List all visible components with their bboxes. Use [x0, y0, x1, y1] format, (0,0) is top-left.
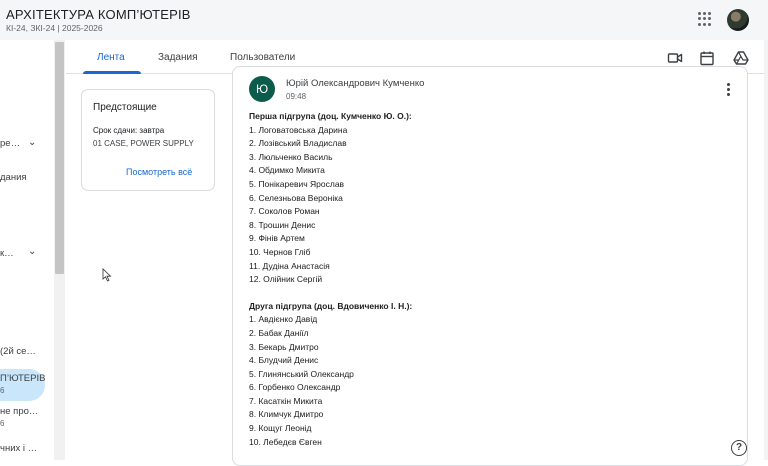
- group1-title: Перша підгрупа (доц. Кумченко Ю. О.):: [249, 111, 412, 121]
- tab-classwork[interactable]: Задания: [158, 52, 198, 63]
- author-name: Юрій Олександрович Кумченко: [286, 78, 425, 89]
- list-item: 2. Бабак Даніїл: [249, 327, 309, 338]
- list-item: 7. Соколов Роман: [249, 206, 320, 217]
- announcement-post: Ю Юрій Олександрович Кумченко 09:48 Перш…: [232, 66, 748, 466]
- view-all-link[interactable]: Посмотреть всё: [126, 167, 192, 177]
- sidebar-item-1[interactable]: дания: [0, 172, 27, 183]
- sidebar-item-5[interactable]: не про… 6: [0, 406, 38, 428]
- list-item: 9. Фінів Артем: [249, 233, 305, 244]
- active-tab-indicator: [83, 71, 141, 74]
- list-item: 2. Лозівський Владислав: [249, 138, 347, 149]
- tab-stream[interactable]: Лента: [97, 52, 125, 63]
- course-title[interactable]: АРХІТЕКТУРА КОМП’ЮТЕРІВ: [6, 7, 191, 22]
- list-item: 8. Климчук Дмитро: [249, 409, 324, 420]
- list-item: 5. Глинянський Олександр: [249, 368, 354, 379]
- top-bar: АРХІТЕКТУРА КОМП’ЮТЕРІВ КІ-24, ЗКІ-24 | …: [0, 0, 768, 40]
- list-item: 12. Олійник Сергій: [249, 274, 323, 285]
- mouse-cursor-icon: [102, 268, 112, 282]
- list-item: 4. Обдимко Микита: [249, 165, 325, 176]
- list-item: 5. Понікаревич Ярослав: [249, 178, 345, 189]
- list-item: 1. Авдієнко Давід: [249, 314, 318, 325]
- upcoming-due-date: Срок сдачи: завтра: [93, 126, 165, 135]
- sidebar: ре… ⌄ дания к… ⌄ (2й се… П’ЮТЕРІВ 6 не пр…: [0, 40, 54, 460]
- course-subtitle: КІ-24, ЗКІ-24 | 2025-2026: [6, 23, 103, 33]
- list-item: 10. Чернов Гліб: [249, 246, 311, 257]
- group2-title: Друга підгрупа (доц. Вдовиченко І. Н.):: [249, 300, 413, 311]
- chevron-down-icon[interactable]: ⌄: [28, 246, 36, 257]
- apps-grid-icon[interactable]: [698, 12, 712, 26]
- list-item: 6. Селезньова Вероніка: [249, 192, 343, 203]
- sidebar-item-3[interactable]: (2й се…: [0, 346, 36, 357]
- calendar-icon[interactable]: [699, 50, 715, 66]
- more-options-icon[interactable]: [727, 83, 731, 96]
- sidebar-item-6[interactable]: чних і …: [0, 443, 37, 454]
- page-scrollbar[interactable]: [764, 40, 768, 460]
- sidebar-scroll-thumb[interactable]: [55, 42, 64, 274]
- list-item: 8. Трошин Денис: [249, 219, 316, 230]
- list-item: 4. Блудчий Денис: [249, 355, 319, 366]
- sidebar-item-0[interactable]: ре…: [0, 138, 20, 149]
- tab-people[interactable]: Пользователи: [230, 52, 295, 63]
- drive-icon[interactable]: [733, 50, 749, 66]
- list-item: 3. Люльченко Василь: [249, 151, 333, 162]
- list-item: 6. Горбенко Олександр: [249, 382, 341, 393]
- post-time: 09:48: [286, 92, 307, 101]
- sidebar-item-2[interactable]: к…: [0, 248, 14, 259]
- list-item: 11. Дудіна Анастасія: [249, 260, 330, 271]
- list-item: 9. Кощуг Леонід: [249, 423, 312, 434]
- sidebar-item-4[interactable]: П’ЮТЕРІВ 6: [0, 373, 45, 395]
- help-icon[interactable]: ?: [731, 440, 747, 456]
- upcoming-title: Предстоящие: [93, 102, 157, 113]
- chevron-down-icon[interactable]: ⌄: [28, 137, 36, 148]
- video-icon[interactable]: [667, 50, 683, 66]
- list-item: 3. Бекарь Дмитро: [249, 341, 319, 352]
- list-item: 1. Логоватовська Дарина: [249, 124, 348, 135]
- post-body: Перша підгрупа (доц. Кумченко Ю. О.): 1.…: [249, 110, 412, 449]
- upcoming-card: Предстоящие Срок сдачи: завтра 01 CASE, …: [81, 89, 215, 191]
- upcoming-task[interactable]: 01 CASE, POWER SUPPLY: [93, 139, 194, 148]
- list-item: 7. Касаткін Микита: [249, 395, 323, 406]
- list-item: 10. Лебедєв Євген: [249, 436, 322, 447]
- avatar[interactable]: [727, 9, 749, 31]
- author-avatar: Ю: [249, 76, 275, 102]
